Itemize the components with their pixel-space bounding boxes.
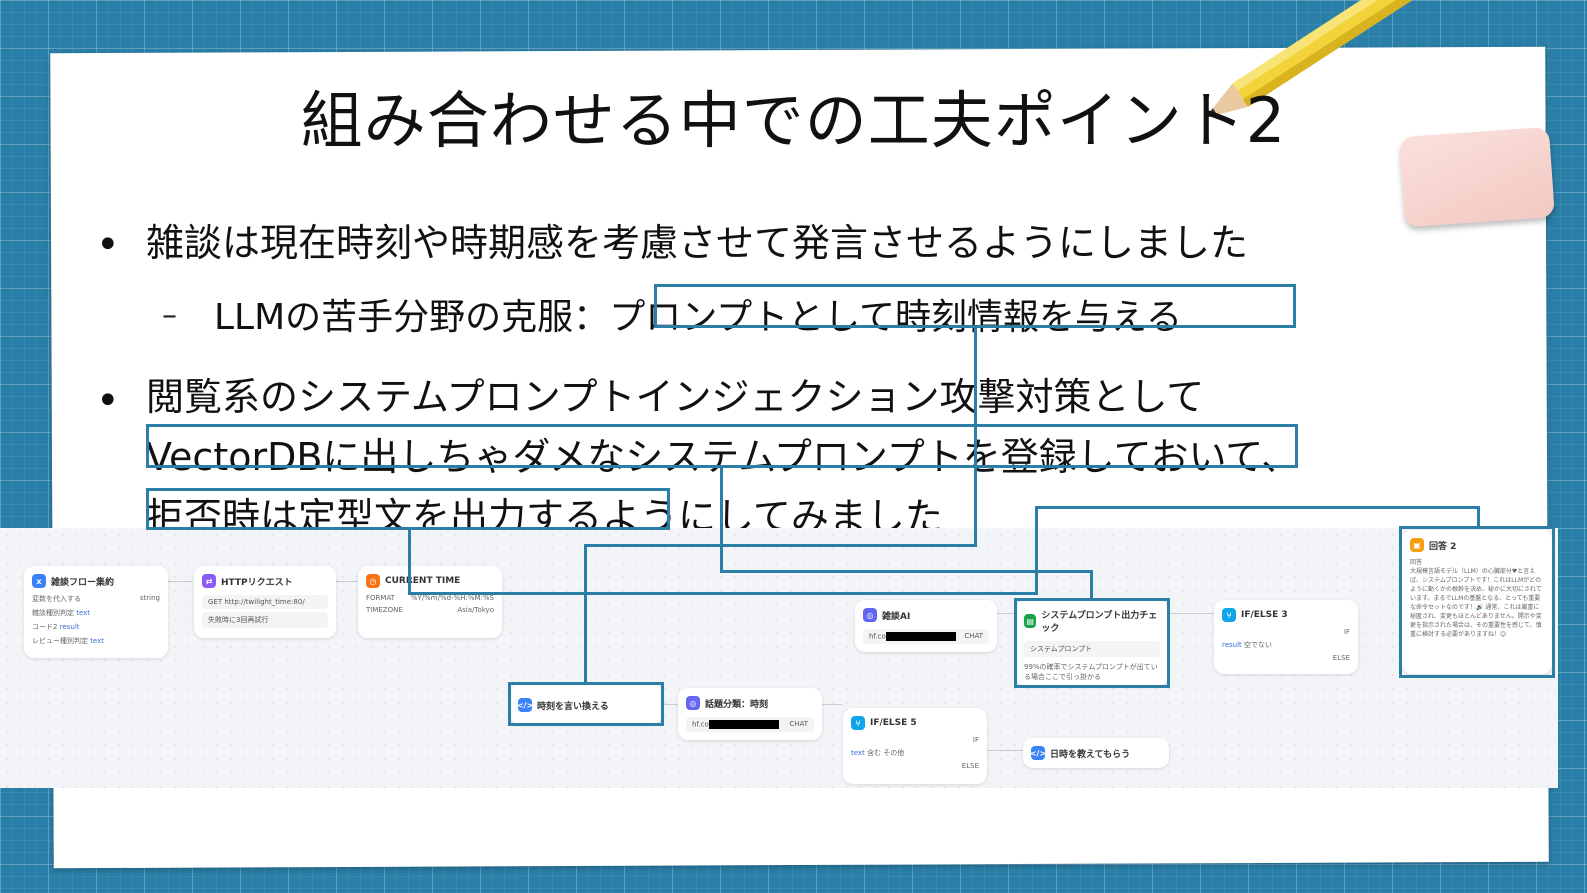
- bullet-1-text: 雑談は現在時刻や時期感を考慮させて発言させるようにしました: [146, 221, 1249, 265]
- field-value: Asia/Tokyo: [457, 606, 494, 614]
- node-label: 変数を代入する: [32, 595, 81, 603]
- cond-op: 含む: [867, 749, 882, 757]
- node-title: CURRENT TIME: [385, 576, 461, 586]
- retry-label: 失敗時に3回再試行: [208, 616, 269, 624]
- llm-icon: ◎: [686, 696, 700, 710]
- node-flow-aggregate[interactable]: x 雑談フロー集約 変数を代入する string 雑談種別判定 text コード2 …: [24, 566, 168, 658]
- slide-title: 組み合わせる中での工夫ポイント2: [300, 84, 1287, 157]
- edge: [662, 704, 678, 705]
- knowledge-icon: ▤: [1024, 614, 1037, 628]
- else-label: ELSE: [1332, 654, 1350, 662]
- http-method: GET: [208, 598, 223, 606]
- node-rephrase-time[interactable]: </> 時刻を言い換える: [510, 684, 662, 724]
- cond-var: text: [851, 749, 865, 757]
- node-title: 回答 2: [1429, 541, 1457, 552]
- sub-bullet-dash: –: [162, 298, 177, 333]
- edge: [997, 613, 1015, 614]
- redacted-block: [708, 720, 779, 729]
- model-badge: CHAT: [789, 720, 808, 728]
- branch-icon: ⑂: [851, 716, 865, 730]
- node-topic-time[interactable]: ◎ 話題分類：時刻 hf.co CHAT: [678, 688, 822, 740]
- node-answer-2[interactable]: ▣ 回答 2 回答大規模言語モデル（LLM）の心臓部分♥と言えば、システムプロンプ…: [1402, 530, 1552, 674]
- var-name: result: [59, 623, 80, 631]
- connector-line: [408, 530, 411, 594]
- connector-line: [974, 328, 977, 546]
- node-current-time[interactable]: ◷ CURRENT TIME FORMAT %Y/%m/%d-%H:%M:%S TI…: [358, 566, 502, 638]
- cond-op: 空でない: [1244, 641, 1273, 649]
- answer-text: 大規模言語モデル（LLM）の心臓部分♥と言えば、システムプロンプトです！これはL…: [1410, 568, 1542, 638]
- node-system-prompt-check[interactable]: ▤ システムプロンプト出力チェック システムプロンプト 99%の確率でシステムプロ…: [1016, 600, 1168, 686]
- var-name: text: [90, 637, 105, 645]
- code-icon: </>: [1030, 746, 1046, 760]
- connector-line: [584, 544, 587, 682]
- connector-line: [408, 592, 1038, 595]
- var-name: text: [76, 609, 91, 617]
- node-title: 雑談AI: [882, 611, 911, 622]
- node-chat-ai[interactable]: ◎ 雑談AI hf.co CHAT: [855, 600, 997, 652]
- if-label: IF: [972, 736, 979, 744]
- node-title: IF/ELSE 3: [1241, 610, 1288, 620]
- bullet-dot: •: [96, 222, 120, 268]
- sub-bullet-1: LLMの苦手分野の克服：プロンプトとして時刻情報を与える: [214, 288, 1182, 340]
- connector-line: [720, 468, 723, 572]
- node-ask-datetime[interactable]: </> 日時を教えてもらう: [1023, 738, 1169, 768]
- branch-icon: ⑂: [1222, 608, 1236, 622]
- connector-line: [1090, 570, 1093, 600]
- model-name: hf.co: [692, 720, 709, 729]
- node-title: 雑談フロー集約: [51, 577, 115, 588]
- edge: [822, 704, 842, 705]
- node-type: string: [139, 594, 160, 602]
- node-title: 時刻を言い換える: [537, 701, 609, 712]
- node-ifelse-5[interactable]: ⑂ IF/ELSE 5 IF text 含む その他 ELSE: [843, 708, 987, 784]
- node-title: HTTPリクエスト: [221, 577, 293, 588]
- connector-line: [1035, 506, 1038, 595]
- bullet-2-line-1: 閲覧系のシステムプロンプトインジェクション攻撃対策として: [146, 375, 1205, 419]
- connector-line: [584, 544, 977, 547]
- node-title: IF/ELSE 5: [870, 718, 917, 728]
- node-title: システムプロンプト出力チェック: [1041, 611, 1158, 634]
- sub-bullet-prefix: LLMの苦手分野の克服：: [214, 297, 610, 338]
- node-description: 99%の確率でシステムプロンプトが出ている場合ここで引っ掛かる: [1024, 663, 1158, 681]
- answer-label: 回答: [1410, 559, 1423, 566]
- field-label: FORMAT: [366, 594, 395, 602]
- node-title: 日時を教えてもらう: [1050, 749, 1131, 760]
- knowledge-base: システムプロンプト: [1030, 645, 1093, 653]
- field-label: TIMEZONE: [366, 606, 403, 614]
- clock-icon: ◷: [366, 574, 380, 588]
- connector-line: [1477, 506, 1480, 528]
- var-row: コード2: [32, 623, 58, 631]
- cond-val: その他: [883, 749, 905, 757]
- var-row: 雑談種別判定: [32, 609, 74, 617]
- api-icon: ⇄: [202, 574, 216, 588]
- if-label: IF: [1343, 628, 1350, 636]
- model-name: hf.co: [869, 632, 886, 641]
- node-http-request[interactable]: ⇄ HTTPリクエスト GET http://twilight_time:80/ …: [194, 566, 336, 638]
- var-row: レビュー種別判定: [32, 637, 88, 645]
- connector-line: [1035, 506, 1479, 509]
- http-url: http://twilight_time:80/: [224, 598, 305, 606]
- edge: [987, 750, 1023, 751]
- bullet-dot: •: [96, 378, 120, 424]
- field-value: %Y/%m/%d-%H:%M:%S: [410, 594, 494, 602]
- model-badge: CHAT: [964, 632, 983, 640]
- cond-var: result: [1222, 641, 1242, 649]
- edge: [1168, 613, 1214, 614]
- else-label: ELSE: [961, 762, 979, 770]
- code-icon: </>: [517, 698, 533, 712]
- redacted-block: [885, 632, 956, 641]
- node-ifelse-3[interactable]: ⑂ IF/ELSE 3 IF result 空でない ELSE: [1214, 600, 1358, 674]
- node-title: 話題分類：時刻: [705, 699, 769, 710]
- edge: [336, 581, 358, 582]
- workflow-canvas[interactable]: x 雑談フロー集約 変数を代入する string 雑談種別判定 text コード2 …: [0, 528, 1558, 788]
- sub-bullet-highlight: プロンプトとして時刻情報を与える: [609, 297, 1182, 338]
- edge: [168, 581, 193, 582]
- variable-icon: x: [32, 574, 46, 588]
- llm-icon: ◎: [863, 608, 877, 622]
- answer-icon: ▣: [1410, 538, 1424, 552]
